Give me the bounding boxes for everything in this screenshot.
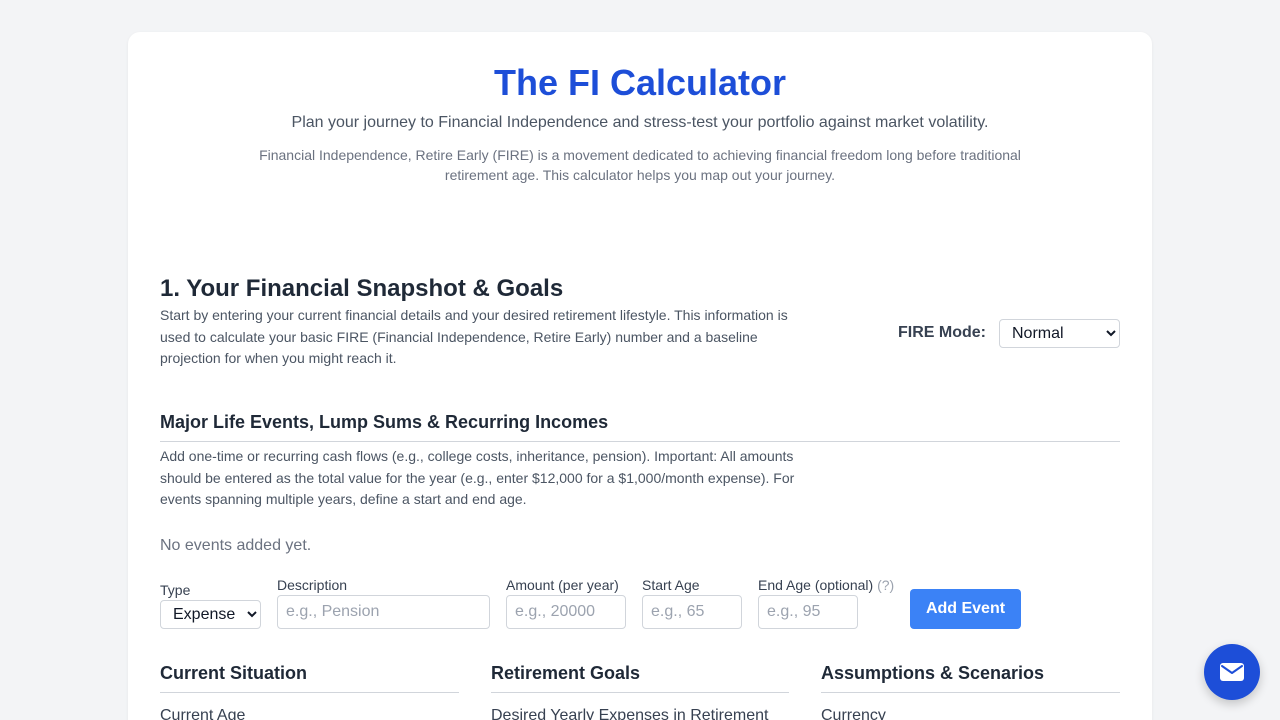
end-age-label-text: End Age (optional) [758, 577, 874, 593]
intro-text: Financial Independence, Retire Early (FI… [259, 147, 1021, 183]
current-situation-heading: Current Situation [160, 663, 307, 683]
event-end-age-input[interactable] [758, 595, 858, 629]
currency-label: Currency [821, 707, 886, 720]
type-label: Type [160, 582, 191, 598]
no-events-text: No events added yet. [160, 537, 312, 554]
event-amount-input[interactable] [506, 595, 626, 629]
assumptions-divider [821, 692, 1120, 693]
retirement-goals-divider [491, 692, 789, 693]
assumptions-heading: Assumptions & Scenarios [821, 663, 1045, 683]
description-label: Description [277, 577, 348, 593]
yearly-expenses-label: Desired Yearly Expenses in Retirement [491, 707, 769, 720]
add-event-button[interactable]: Add Event [910, 589, 1021, 629]
end-age-help-icon[interactable]: (?) [877, 577, 894, 593]
current-situation-divider [160, 692, 459, 693]
end-age-label: End Age (optional) (?) [758, 577, 894, 593]
event-type-select[interactable]: Expense [160, 600, 261, 629]
amount-label: Amount (per year) [506, 577, 619, 593]
fire-mode-label: FIRE Mode: [898, 324, 986, 341]
fire-mode-select[interactable]: Normal [999, 319, 1120, 348]
start-age-label: Start Age [642, 577, 700, 593]
snapshot-heading: 1. Your Financial Snapshot & Goals [160, 275, 564, 302]
event-description-input[interactable] [277, 595, 490, 629]
events-heading: Major Life Events, Lump Sums & Recurring… [160, 412, 609, 432]
current-age-label: Current Age [160, 707, 246, 720]
contact-button[interactable] [1204, 644, 1260, 700]
page-title: The FI Calculator [493, 62, 787, 103]
events-divider [160, 441, 1120, 442]
retirement-goals-heading: Retirement Goals [491, 663, 641, 683]
snapshot-description: Start by entering your current financial… [160, 307, 788, 366]
event-start-age-input[interactable] [642, 595, 742, 629]
page-subtitle: Plan your journey to Financial Independe… [291, 114, 989, 131]
mail-icon [1220, 663, 1244, 681]
events-description: Add one-time or recurring cash flows (e.… [160, 448, 795, 507]
